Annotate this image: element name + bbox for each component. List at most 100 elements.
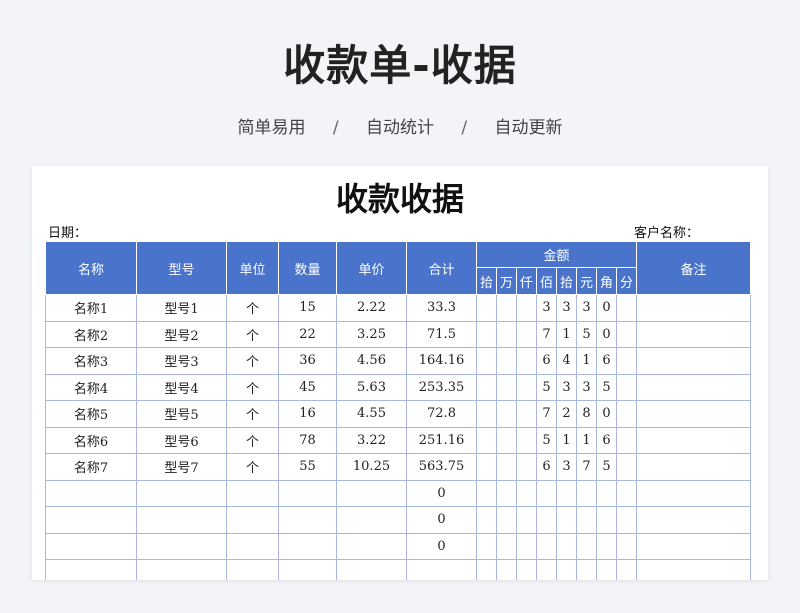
cell-digit[interactable]	[556, 532, 577, 560]
cell-digit[interactable]: 5	[536, 373, 557, 401]
cell-remark[interactable]	[636, 559, 751, 580]
cell-unit[interactable]: 个	[226, 347, 279, 375]
cell-digit[interactable]	[516, 532, 537, 560]
cell-digit[interactable]	[516, 294, 537, 322]
cell-digit[interactable]	[616, 373, 637, 401]
cell-total[interactable]: 164.16	[406, 347, 477, 375]
cell-unit-price[interactable]	[336, 506, 407, 534]
cell-model[interactable]: 型号5	[136, 400, 227, 428]
cell-model[interactable]: 型号6	[136, 426, 227, 454]
cell-remark[interactable]	[636, 506, 751, 534]
cell-digit[interactable]	[496, 453, 517, 481]
cell-digit[interactable]	[496, 426, 517, 454]
cell-total[interactable]: 563.75	[406, 453, 477, 481]
cell-total[interactable]: 72.8	[406, 400, 477, 428]
cell-remark[interactable]	[636, 373, 751, 401]
cell-digit[interactable]	[476, 453, 497, 481]
cell-model[interactable]: 型号3	[136, 347, 227, 375]
cell-digit[interactable]: 3	[536, 294, 557, 322]
cell-digit[interactable]	[596, 532, 617, 560]
cell-remark[interactable]	[636, 453, 751, 481]
cell-unit[interactable]	[226, 559, 279, 580]
cell-remark[interactable]	[636, 347, 751, 375]
cell-unit[interactable]: 个	[226, 453, 279, 481]
cell-unit-price[interactable]: 2.22	[336, 294, 407, 322]
cell-digit[interactable]	[476, 347, 497, 375]
cell-digit[interactable]	[596, 479, 617, 507]
cell-digit[interactable]	[596, 506, 617, 534]
cell-digit[interactable]	[516, 373, 537, 401]
cell-unit-price[interactable]: 10.25	[336, 453, 407, 481]
cell-name[interactable]: 名称4	[45, 373, 137, 401]
cell-name[interactable]: 名称5	[45, 400, 137, 428]
cell-digit[interactable]	[616, 559, 637, 580]
cell-digit[interactable]: 2	[556, 400, 577, 428]
cell-quantity[interactable]: 15	[278, 294, 337, 322]
cell-name[interactable]	[45, 532, 137, 560]
cell-total[interactable]: 253.35	[406, 373, 477, 401]
cell-digit[interactable]	[616, 426, 637, 454]
cell-name[interactable]: 名称2	[45, 320, 137, 348]
cell-total[interactable]: 71.5	[406, 320, 477, 348]
cell-unit-price[interactable]	[336, 559, 407, 580]
cell-digit[interactable]	[616, 453, 637, 481]
cell-remark[interactable]	[636, 294, 751, 322]
cell-digit[interactable]: 1	[576, 347, 597, 375]
cell-model[interactable]: 型号4	[136, 373, 227, 401]
cell-remark[interactable]	[636, 320, 751, 348]
cell-digit[interactable]	[576, 559, 597, 580]
cell-digit[interactable]	[516, 426, 537, 454]
cell-digit[interactable]	[476, 320, 497, 348]
cell-digit[interactable]	[476, 294, 497, 322]
cell-name[interactable]: 名称1	[45, 294, 137, 322]
cell-digit[interactable]	[476, 426, 497, 454]
cell-digit[interactable]	[576, 479, 597, 507]
cell-total[interactable]: 33.3	[406, 294, 477, 322]
cell-unit[interactable]: 个	[226, 320, 279, 348]
cell-digit[interactable]: 3	[556, 453, 577, 481]
cell-digit[interactable]: 0	[596, 294, 617, 322]
cell-unit-price[interactable]	[336, 479, 407, 507]
cell-digit[interactable]	[616, 506, 637, 534]
cell-digit[interactable]	[616, 532, 637, 560]
cell-remark[interactable]	[636, 479, 751, 507]
cell-total[interactable]: 251.16	[406, 426, 477, 454]
cell-digit[interactable]	[496, 479, 517, 507]
cell-digit[interactable]	[476, 479, 497, 507]
cell-unit-price[interactable]: 4.55	[336, 400, 407, 428]
cell-digit[interactable]	[496, 320, 517, 348]
cell-digit[interactable]: 4	[556, 347, 577, 375]
cell-quantity[interactable]	[278, 479, 337, 507]
cell-unit-price[interactable]	[336, 532, 407, 560]
cell-unit[interactable]: 个	[226, 373, 279, 401]
cell-digit[interactable]: 5	[536, 426, 557, 454]
cell-digit[interactable]: 6	[536, 453, 557, 481]
cell-digit[interactable]	[576, 506, 597, 534]
cell-quantity[interactable]: 78	[278, 426, 337, 454]
cell-quantity[interactable]: 16	[278, 400, 337, 428]
cell-name[interactable]	[45, 506, 137, 534]
cell-digit[interactable]	[536, 479, 557, 507]
cell-digit[interactable]: 1	[556, 320, 577, 348]
cell-digit[interactable]	[496, 347, 517, 375]
cell-unit[interactable]	[226, 506, 279, 534]
cell-digit[interactable]	[516, 400, 537, 428]
cell-unit[interactable]: 个	[226, 294, 279, 322]
cell-digit[interactable]	[536, 532, 557, 560]
cell-quantity[interactable]: 55	[278, 453, 337, 481]
cell-model[interactable]: 型号7	[136, 453, 227, 481]
cell-digit[interactable]	[616, 347, 637, 375]
cell-digit[interactable]	[516, 453, 537, 481]
cell-unit[interactable]	[226, 532, 279, 560]
cell-digit[interactable]	[496, 373, 517, 401]
cell-digit[interactable]: 7	[536, 400, 557, 428]
cell-name[interactable]: 名称3	[45, 347, 137, 375]
cell-digit[interactable]: 3	[576, 373, 597, 401]
cell-digit[interactable]	[476, 532, 497, 560]
cell-digit[interactable]	[536, 559, 557, 580]
cell-digit[interactable]	[476, 559, 497, 580]
cell-unit[interactable]: 个	[226, 400, 279, 428]
cell-digit[interactable]: 6	[536, 347, 557, 375]
cell-quantity[interactable]	[278, 506, 337, 534]
cell-unit-price[interactable]: 3.22	[336, 426, 407, 454]
